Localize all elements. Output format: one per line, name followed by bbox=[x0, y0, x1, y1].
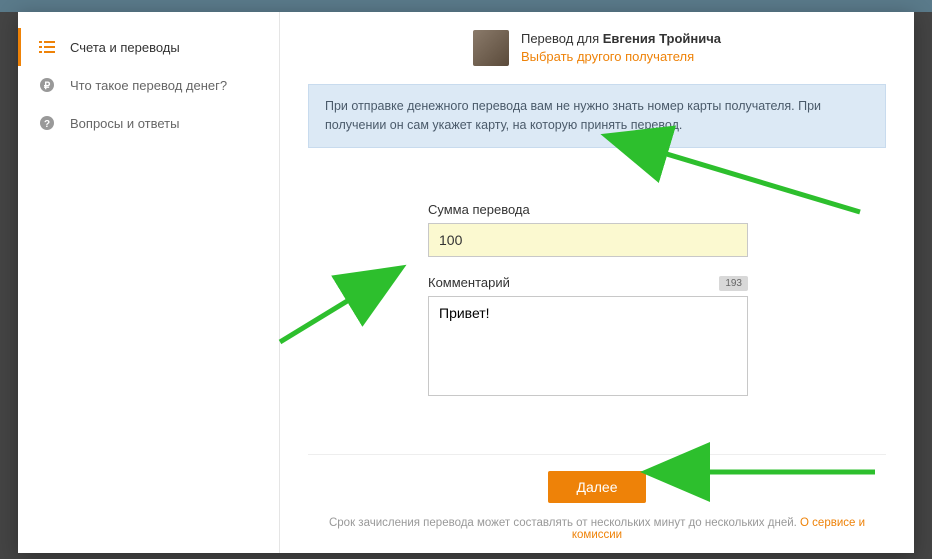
ruble-icon: ₽ bbox=[38, 76, 56, 94]
recipient-row: Перевод для Евгения Тройнича Выбрать дру… bbox=[308, 30, 886, 66]
sidebar: Счета и переводы ₽ Что такое перевод ден… bbox=[18, 12, 280, 553]
sidebar-item-what-is-transfer[interactable]: ₽ Что такое перевод денег? bbox=[18, 66, 279, 104]
comment-label: Комментарий bbox=[428, 275, 748, 290]
info-box: При отправке денежного перевода вам не н… bbox=[308, 84, 886, 148]
sidebar-item-accounts[interactable]: Счета и переводы bbox=[18, 28, 279, 66]
sidebar-item-faq[interactable]: ? Вопросы и ответы bbox=[18, 104, 279, 142]
list-icon bbox=[38, 38, 56, 56]
footnote: Срок зачисления перевода может составлят… bbox=[308, 517, 886, 541]
recipient-text: Перевод для Евгения Тройнича Выбрать дру… bbox=[521, 30, 721, 66]
main-panel: Перевод для Евгения Тройнича Выбрать дру… bbox=[280, 12, 914, 553]
recipient-line: Перевод для Евгения Тройнича bbox=[521, 30, 721, 48]
backdrop-header bbox=[0, 0, 932, 12]
svg-text:?: ? bbox=[44, 119, 50, 130]
footnote-text: Срок зачисления перевода может составлят… bbox=[329, 517, 800, 529]
sidebar-item-label: Счета и переводы bbox=[70, 40, 180, 55]
form-area: Сумма перевода Комментарий 193 bbox=[428, 202, 748, 399]
next-button[interactable]: Далее bbox=[548, 471, 645, 503]
question-icon: ? bbox=[38, 114, 56, 132]
svg-text:₽: ₽ bbox=[44, 81, 51, 92]
amount-input[interactable] bbox=[428, 223, 748, 257]
recipient-prefix: Перевод для bbox=[521, 31, 603, 46]
comment-wrap: 193 bbox=[428, 296, 748, 399]
comment-input[interactable] bbox=[428, 296, 748, 396]
sidebar-item-label: Что такое перевод денег? bbox=[70, 78, 227, 93]
footer: Далее Срок зачисления перевода может сос… bbox=[308, 440, 886, 541]
recipient-avatar bbox=[473, 30, 509, 66]
sidebar-item-label: Вопросы и ответы bbox=[70, 116, 179, 131]
transfer-modal: Счета и переводы ₽ Что такое перевод ден… bbox=[18, 12, 914, 553]
recipient-name: Евгения Тройнича bbox=[603, 31, 721, 46]
divider bbox=[308, 454, 886, 455]
change-recipient-link[interactable]: Выбрать другого получателя bbox=[521, 48, 721, 66]
comment-counter: 193 bbox=[719, 276, 748, 291]
amount-label: Сумма перевода bbox=[428, 202, 748, 217]
